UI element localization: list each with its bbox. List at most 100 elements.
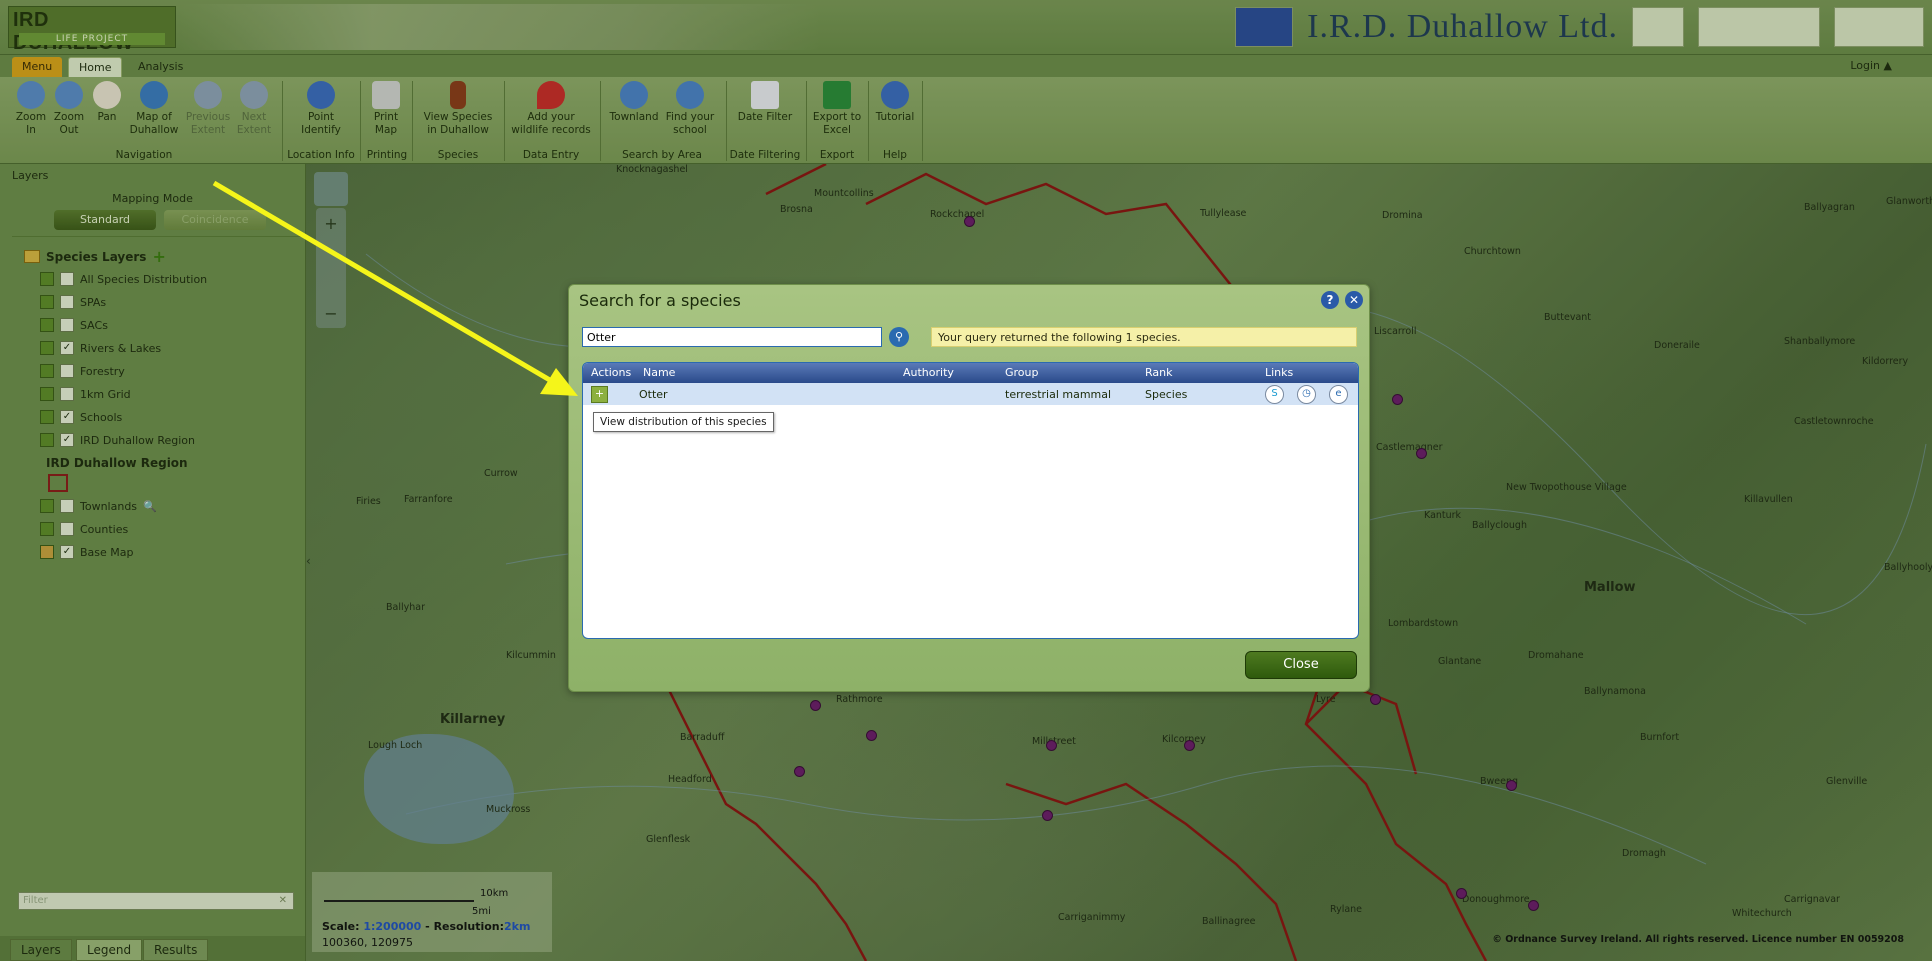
layer-item[interactable]: ✓ IRD Duhallow Region <box>40 431 195 449</box>
layer-checkbox[interactable] <box>60 364 74 378</box>
zoom-out-button[interactable]: Zoom Out <box>50 81 88 137</box>
map-of-duhallow-button[interactable]: Map of Duhallow <box>128 81 180 137</box>
layer-item[interactable]: ✓ Rivers & Lakes <box>40 339 161 357</box>
school-marker[interactable] <box>794 766 805 777</box>
species-search-input[interactable] <box>582 327 882 347</box>
layer-label: SPAs <box>80 295 107 309</box>
layer-checkbox[interactable] <box>60 522 74 536</box>
date-filter-button[interactable]: Date Filter <box>732 81 798 124</box>
layer-item[interactable]: 1km Grid <box>40 385 131 403</box>
search-icon[interactable]: 🔍 <box>143 500 157 513</box>
results-header: Actions Name Authority Group Rank Links <box>583 363 1358 383</box>
layer-checkbox[interactable]: ✓ <box>60 410 74 424</box>
layer-checkbox[interactable]: ✓ <box>60 545 74 559</box>
col-group[interactable]: Group <box>1005 366 1039 379</box>
layer-checkbox[interactable] <box>60 499 74 513</box>
school-marker[interactable] <box>1046 740 1057 751</box>
chevron-up-icon[interactable]: ▲ <box>1884 59 1892 72</box>
school-marker[interactable] <box>1042 810 1053 821</box>
add-layer-icon[interactable]: + <box>152 247 165 266</box>
standard-mode-button[interactable]: Standard <box>54 210 156 230</box>
ribbon-toolbar: Zoom In Zoom Out Pan Map of Duhallow Pre… <box>0 77 1932 164</box>
school-marker[interactable] <box>1392 394 1403 405</box>
external-link-icon[interactable]: e <box>1329 385 1348 404</box>
tab-home[interactable]: Home <box>68 57 123 78</box>
tab-legend[interactable]: Legend <box>76 939 143 961</box>
tab-menu[interactable]: Menu <box>12 57 63 77</box>
school-marker[interactable] <box>1528 900 1539 911</box>
school-marker[interactable] <box>866 730 877 741</box>
help-icon <box>881 81 909 109</box>
group-navigation: Navigation <box>115 149 173 161</box>
school-marker[interactable] <box>1416 448 1427 459</box>
layer-item[interactable]: SACs <box>40 316 108 334</box>
col-rank[interactable]: Rank <box>1145 366 1172 379</box>
layer-icon <box>40 364 54 378</box>
layer-checkbox[interactable]: ✓ <box>60 433 74 447</box>
tab-results[interactable]: Results <box>143 939 209 961</box>
school-marker[interactable] <box>1506 780 1517 791</box>
export-excel-button[interactable]: Export to Excel <box>810 81 864 137</box>
printer-icon <box>372 81 400 109</box>
next-extent-button[interactable]: Next Extent <box>234 81 274 137</box>
layer-checkbox[interactable] <box>60 272 74 286</box>
life-logo <box>1235 7 1294 47</box>
layer-item[interactable]: Townlands 🔍 <box>40 497 157 515</box>
add-records-button[interactable]: Add your wildlife records <box>508 81 594 137</box>
map-label: Killarney <box>440 712 506 727</box>
pan-button[interactable]: Pan <box>92 81 122 124</box>
clear-icon[interactable]: ✕ <box>279 893 287 909</box>
clock-icon[interactable]: ◷ <box>1297 385 1316 404</box>
find-school-button[interactable]: Find your school <box>662 81 718 137</box>
search-icon[interactable]: ⚲ <box>889 327 909 347</box>
view-distribution-button[interactable]: + <box>591 386 608 403</box>
table-row[interactable]: + Otter terrestrial mammal Species S ◷ e <box>583 383 1358 405</box>
collapse-panel-icon[interactable]: ‹ <box>306 554 316 574</box>
tab-layers[interactable]: Layers <box>10 939 72 961</box>
map-label: Brosna <box>780 204 813 215</box>
layer-item[interactable]: Forestry <box>40 362 125 380</box>
species-link-icon[interactable]: S <box>1265 385 1284 404</box>
col-authority[interactable]: Authority <box>903 366 954 379</box>
col-name[interactable]: Name <box>643 366 675 379</box>
pan-control[interactable] <box>314 172 348 206</box>
tutorial-button[interactable]: Tutorial <box>872 81 918 124</box>
map-label: Currow <box>484 468 518 479</box>
layer-item[interactable]: Counties <box>40 520 128 538</box>
view-species-button[interactable]: View Species in Duhallow <box>418 81 498 137</box>
zoom-in-control[interactable]: + <box>316 214 346 233</box>
help-icon[interactable]: ? <box>1321 291 1339 309</box>
layer-checkbox[interactable]: ✓ <box>60 341 74 355</box>
school-marker[interactable] <box>964 216 975 227</box>
zoom-in-button[interactable]: Zoom In <box>12 81 50 137</box>
school-marker[interactable] <box>1184 740 1195 751</box>
tab-analysis[interactable]: Analysis <box>128 57 193 77</box>
school-marker[interactable] <box>810 700 821 711</box>
login-link[interactable]: Login ▲ <box>1850 59 1892 72</box>
species-name[interactable]: Otter <box>639 388 668 401</box>
close-icon[interactable]: ✕ <box>1345 291 1363 309</box>
layer-checkbox[interactable] <box>60 387 74 401</box>
ird-duhallow-logo[interactable]: IRD DUHALLOW LIFE PROJECT <box>8 6 176 54</box>
layer-item[interactable]: ✓ Base Map <box>40 543 134 561</box>
layer-item[interactable]: ✓ Schools <box>40 408 122 426</box>
school-marker[interactable] <box>1370 694 1381 705</box>
coincidence-mode-button[interactable]: Coincidence <box>164 210 266 230</box>
map-label: Dromahane <box>1528 650 1584 661</box>
townland-search-button[interactable]: Townland <box>606 81 662 124</box>
print-map-button[interactable]: Print Map <box>366 81 406 137</box>
point-identify-button[interactable]: Point Identify <box>290 81 352 137</box>
school-marker[interactable] <box>1456 888 1467 899</box>
map-label: Mountcollins <box>814 188 874 199</box>
layer-checkbox[interactable] <box>60 318 74 332</box>
filter-input[interactable]: Filter ✕ <box>18 892 294 910</box>
find-school-label: Find your school <box>665 111 715 136</box>
layer-item[interactable]: SPAs <box>40 293 106 311</box>
previous-extent-button[interactable]: Previous Extent <box>184 81 232 137</box>
copyright-text: © Ordnance Survey Ireland. All rights re… <box>1492 934 1904 945</box>
pin-icon <box>537 81 565 109</box>
layer-checkbox[interactable] <box>60 295 74 309</box>
close-button[interactable]: Close <box>1245 651 1357 679</box>
layer-item[interactable]: All Species Distribution <box>40 270 207 288</box>
zoom-out-control[interactable]: − <box>316 304 346 323</box>
